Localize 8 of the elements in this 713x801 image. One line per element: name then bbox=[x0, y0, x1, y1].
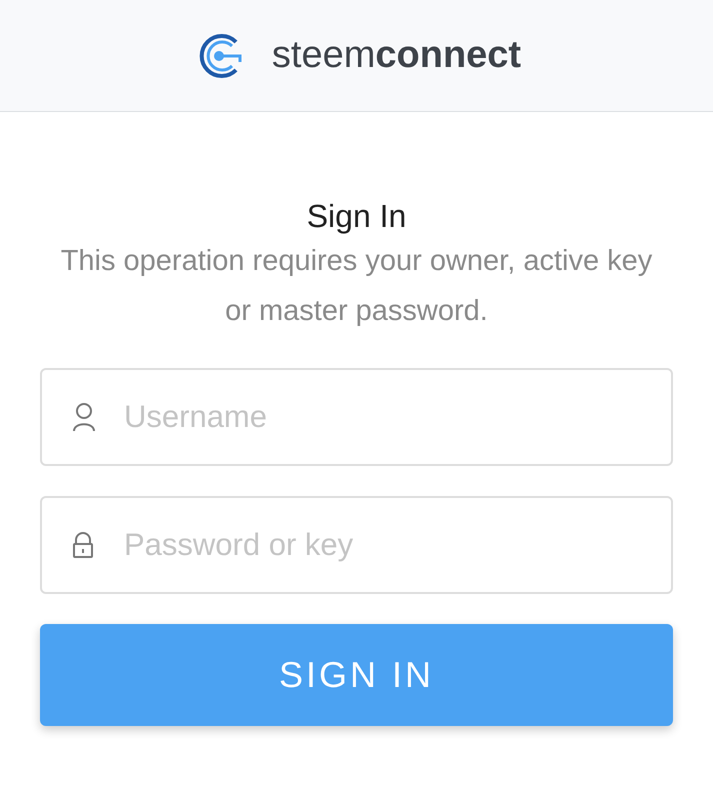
logo-text: steemconnect bbox=[272, 33, 522, 78]
input-field[interactable]: Username bbox=[40, 368, 673, 466]
lock-icon bbox=[72, 531, 94, 559]
sign-in-button[interactable]: SIGN IN bbox=[40, 624, 673, 726]
description: This operation requires your owner, active key or master password. bbox=[60, 244, 654, 329]
input-field[interactable]: Password or key bbox=[40, 496, 673, 594]
page-title: Sign In bbox=[306, 197, 406, 236]
user-icon bbox=[72, 402, 96, 432]
